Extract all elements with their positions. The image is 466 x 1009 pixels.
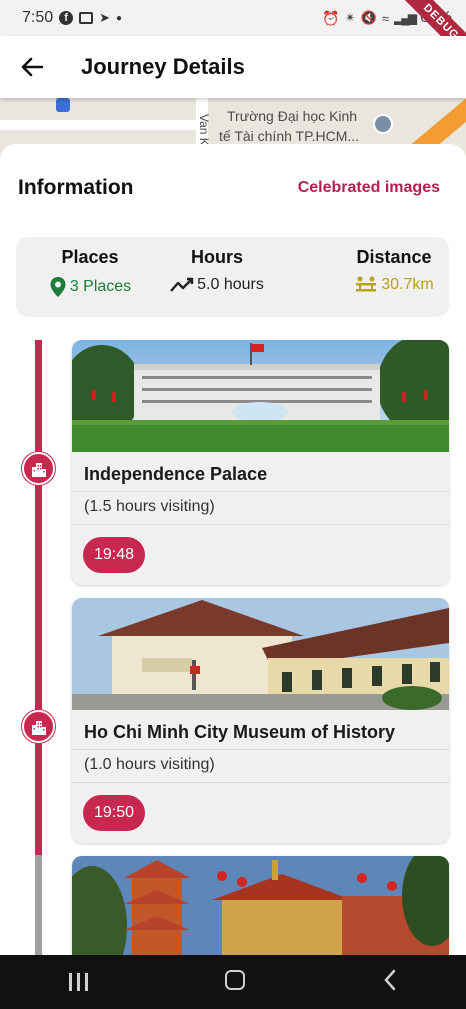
journey-sheet: Information Celebrated images Places 3 P… [0, 144, 466, 955]
journey-card[interactable]: Independence Palace (1.5 hours visiting)… [72, 340, 449, 585]
arrival-time-chip: 19:48 [83, 537, 146, 573]
system-back-button[interactable] [383, 969, 397, 996]
status-time: 7:50 [22, 9, 54, 26]
back-button[interactable] [0, 36, 64, 98]
stat-places: Places 3 Places [34, 247, 146, 298]
stat-hours: Hours 5.0 hours [162, 247, 272, 294]
alarm-icon: ⏰ [322, 9, 340, 26]
place-photo [72, 856, 449, 955]
city-building-icon [31, 720, 46, 735]
info-header: Information Celebrated images [18, 176, 440, 200]
notification-dot-icon: ● [116, 12, 123, 24]
bluetooth-icon: ✴ [344, 10, 356, 25]
stat-places-label: Places [61, 247, 119, 267]
system-nav-bar [0, 955, 466, 1009]
place-visit-duration: (1.5 hours visiting) [72, 492, 449, 525]
pagoda-image [72, 856, 449, 955]
stat-distance-value: 30.7km [381, 276, 434, 293]
recents-icon [68, 973, 72, 991]
signal-icon: ▂▄▆ [394, 11, 417, 25]
info-title: Information [18, 176, 134, 199]
independence-palace-image [72, 340, 449, 452]
location-pin-icon [50, 277, 66, 297]
timeline-line-active [35, 340, 42, 855]
map-place-label-line2: tế Tài chính TP.HCM... [219, 128, 360, 144]
place-photo [72, 598, 449, 710]
home-button[interactable] [225, 969, 246, 995]
recents-icon-bar [84, 973, 88, 991]
journey-card[interactable]: Ho Chi Minh City Museum of History (1.0 … [72, 598, 449, 843]
stat-places-value: 3 Places [69, 278, 132, 295]
stat-hours-label: Hours [190, 247, 243, 267]
recents-button[interactable] [68, 973, 88, 991]
timeline-node [22, 710, 55, 743]
chevron-left-icon [384, 969, 396, 990]
journey-card[interactable] [72, 856, 449, 955]
telegram-icon: ➤ [99, 10, 111, 25]
people-route-icon [356, 276, 377, 292]
home-icon [225, 969, 246, 990]
stat-distance: Distance 30.7km [344, 247, 444, 294]
journey-stats: Places 3 Places Hours 5.0 hours Distance [16, 237, 449, 317]
stat-hours-value-row: 5.0 hours [170, 276, 264, 294]
stat-distance-value-row: 30.7km [354, 276, 434, 294]
gallery-icon [79, 12, 94, 24]
status-bar: 7:50 f ➤ ● ⏰ ✴ 🔇 ≈ ▂▄▆ 63% DEBUG [0, 0, 466, 68]
celebrated-images-link[interactable]: Celebrated images [298, 179, 440, 197]
map-road [0, 120, 200, 130]
app-bar: Journey Details [0, 36, 466, 98]
timeline-line-inactive [35, 855, 42, 955]
place-name: Ho Chi Minh City Museum of History [72, 710, 449, 750]
page-title: Journey Details [81, 54, 245, 79]
facebook-icon: f [59, 11, 74, 25]
timeline-node [22, 452, 55, 485]
place-name: Independence Palace [72, 452, 449, 492]
place-visit-duration: (1.0 hours visiting) [72, 750, 449, 783]
city-building-icon [31, 462, 46, 477]
arrow-left-icon [21, 57, 43, 77]
map-place-label-line1: Trường Đại học Kinh [227, 108, 358, 124]
school-pin-icon [373, 114, 393, 134]
mute-icon: 🔇 [360, 10, 377, 25]
place-photo [72, 340, 449, 452]
museum-of-history-image [72, 598, 449, 710]
stat-places-value-row: 3 Places [49, 276, 131, 298]
wifi-icon: ≈ [381, 10, 389, 26]
stat-distance-label: Distance [356, 247, 432, 267]
arrival-time-chip: 19:50 [83, 795, 146, 831]
stat-hours-value: 5.0 hours [197, 276, 264, 293]
status-left: 7:50 f ➤ ● [22, 9, 122, 27]
recents-icon-bar [76, 973, 80, 991]
trend-line-icon [170, 277, 194, 292]
bus-stop-icon [56, 98, 70, 112]
